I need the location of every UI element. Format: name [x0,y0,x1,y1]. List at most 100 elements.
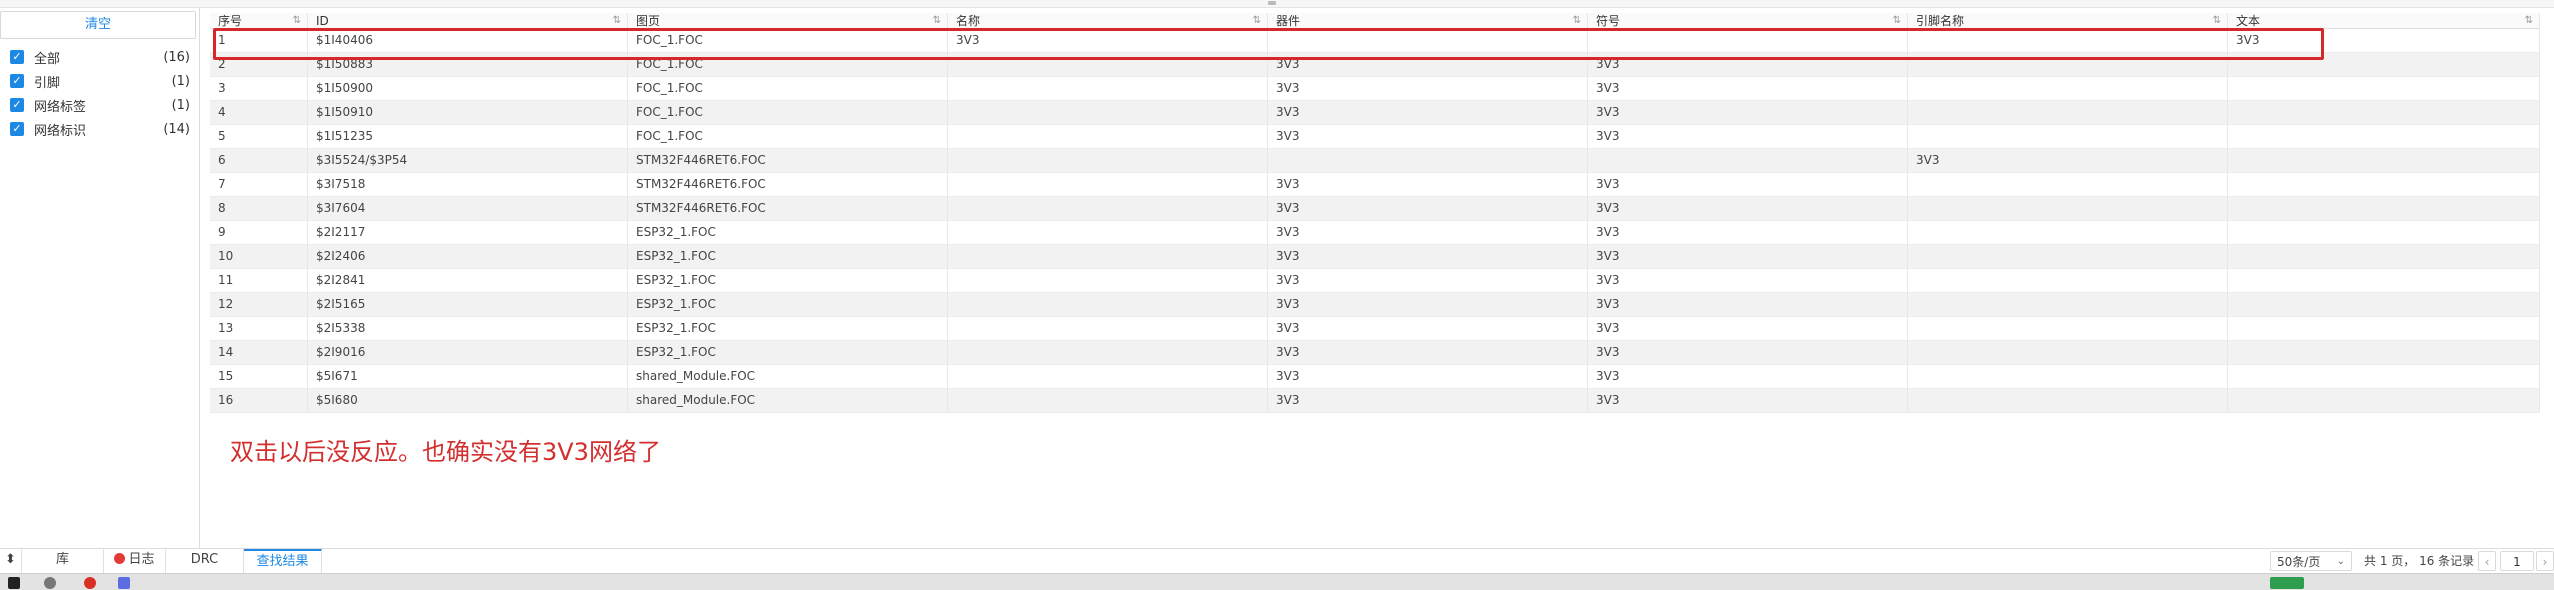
table-row[interactable]: 15 $5I671 shared_Module.FOC 3V3 3V3 [210,365,2540,389]
results-table: 序号 ⇅ ID ⇅ 图页 ⇅ 名称 ⇅ 器件 ⇅ 符号 ⇅ 引脚名称 ⇅ 文本 ⇅ 1 $1I40406 FOC_… [210,13,2540,413]
table-cell: 3V3 [1268,173,1588,197]
page-size-select[interactable]: 50条/页 ⌄ [2270,551,2352,571]
browser-icon[interactable] [84,577,96,589]
checkbox-checked-icon[interactable]: ✓ [10,98,24,112]
table-cell [1908,77,2228,101]
table-cell [1908,197,2228,221]
table-cell [1268,29,1588,53]
search-icon[interactable] [44,577,56,589]
sort-icon[interactable]: ⇅ [293,13,301,29]
prev-page-button[interactable]: ‹ [2478,551,2496,571]
table-cell: ESP32_1.FOC [628,269,948,293]
table-cell [1908,29,2228,53]
table-cell: 3V3 [1268,293,1588,317]
filter-panel: 清空 ✓ 全部 (16) ✓ 引脚 (1) ✓ 网络标签 (1) ✓ 网络标识 (14) [0,8,200,548]
tab-find-results[interactable]: 查找结果 [244,549,322,573]
table-cell [2228,389,2540,413]
tab-log[interactable]: 日志 [104,549,166,573]
sort-icon[interactable]: ⇅ [2525,13,2533,29]
page-number-input[interactable]: 1 [2500,551,2534,571]
table-cell [2228,341,2540,365]
table-row[interactable]: 8 $3I7604 STM32F446RET6.FOC 3V3 3V3 [210,197,2540,221]
table-row[interactable]: 7 $3I7518 STM32F446RET6.FOC 3V3 3V3 [210,173,2540,197]
column-header[interactable]: 名称 ⇅ [948,13,1268,29]
app-icon[interactable] [118,577,130,589]
filter-item[interactable]: ✓ 引脚 (1) [10,71,190,91]
table-cell [2228,245,2540,269]
table-cell: 3V3 [1588,365,1908,389]
column-header[interactable]: 序号 ⇅ [210,13,308,29]
table-row[interactable]: 14 $2I9016 ESP32_1.FOC 3V3 3V3 [210,341,2540,365]
filter-item[interactable]: ✓ 网络标签 (1) [10,95,190,115]
sort-icon[interactable]: ⇅ [1253,13,1261,29]
table-cell: 8 [210,197,308,221]
sort-icon[interactable]: ⇅ [1893,13,1901,29]
table-row[interactable]: 4 $1I50910 FOC_1.FOC 3V3 3V3 [210,101,2540,125]
filter-item[interactable]: ✓ 网络标识 (14) [10,119,190,139]
table-cell: ESP32_1.FOC [628,341,948,365]
clear-button[interactable]: 清空 [0,11,196,39]
tray-app-icon[interactable] [2270,577,2304,589]
filter-item[interactable]: ✓ 全部 (16) [10,47,190,67]
checkbox-checked-icon[interactable]: ✓ [10,50,24,64]
table-cell: 3V3 [948,29,1268,53]
column-header-label: 引脚名称 [1916,14,1965,28]
table-cell: ESP32_1.FOC [628,293,948,317]
table-cell [1268,149,1588,173]
checkbox-checked-icon[interactable]: ✓ [10,74,24,88]
sort-icon[interactable]: ⇅ [933,13,941,29]
table-row[interactable]: 11 $2I2841 ESP32_1.FOC 3V3 3V3 [210,269,2540,293]
table-cell: 6 [210,149,308,173]
table-cell: 3V3 [1588,101,1908,125]
table-cell: $2I2841 [308,269,628,293]
table-row[interactable]: 6 $3I5524/$3P54 STM32F446RET6.FOC 3V3 [210,149,2540,173]
sort-icon[interactable]: ⇅ [1573,13,1581,29]
table-row[interactable]: 13 $2I5338 ESP32_1.FOC 3V3 3V3 [210,317,2540,341]
sort-icon[interactable]: ⇅ [613,13,621,29]
table-cell [948,149,1268,173]
table-row[interactable]: 2 $1I50883 FOC_1.FOC 3V3 3V3 [210,53,2540,77]
column-header-label: 名称 [956,14,981,28]
sort-icon[interactable]: ⇅ [2213,13,2221,29]
table-row[interactable]: 12 $2I5165 ESP32_1.FOC 3V3 3V3 [210,293,2540,317]
table-cell [1908,101,2228,125]
resize-handle[interactable] [1268,1,1276,5]
start-icon[interactable] [8,577,20,589]
column-header-label: 符号 [1596,14,1621,28]
tab-library[interactable]: 库 [22,549,104,573]
table-cell: shared_Module.FOC [628,389,948,413]
table-row[interactable]: 1 $1I40406 FOC_1.FOC 3V3 3V3 [210,29,2540,53]
column-header[interactable]: ID ⇅ [308,13,628,29]
table-cell [948,77,1268,101]
table-cell: 3V3 [1908,149,2228,173]
table-cell [948,53,1268,77]
table-row[interactable]: 5 $1I51235 FOC_1.FOC 3V3 3V3 [210,125,2540,149]
tab-drc[interactable]: DRC [166,549,244,573]
next-page-button[interactable]: › [2536,551,2554,571]
table-cell [1588,149,1908,173]
table-cell [2228,173,2540,197]
table-cell: 3V3 [2228,29,2540,53]
panel-menu-icon[interactable]: ⬍ [0,549,22,573]
table-cell: 3V3 [1588,269,1908,293]
table-cell [948,221,1268,245]
column-header[interactable]: 文本 ⇅ [2228,13,2540,29]
tab-log-label: 日志 [128,552,155,567]
table-cell: 3V3 [1268,197,1588,221]
column-header[interactable]: 引脚名称 ⇅ [1908,13,2228,29]
column-header[interactable]: 符号 ⇅ [1588,13,1908,29]
column-header[interactable]: 器件 ⇅ [1268,13,1588,29]
table-cell: 4 [210,101,308,125]
table-row[interactable]: 10 $2I2406 ESP32_1.FOC 3V3 3V3 [210,245,2540,269]
table-cell: FOC_1.FOC [628,53,948,77]
table-cell [2228,317,2540,341]
column-header[interactable]: 图页 ⇅ [628,13,948,29]
table-row[interactable]: 3 $1I50900 FOC_1.FOC 3V3 3V3 [210,77,2540,101]
table-row[interactable]: 9 $2I2117 ESP32_1.FOC 3V3 3V3 [210,221,2540,245]
table-cell: STM32F446RET6.FOC [628,173,948,197]
table-cell: 3V3 [1268,269,1588,293]
table-cell: $1I50910 [308,101,628,125]
checkbox-checked-icon[interactable]: ✓ [10,122,24,136]
table-row[interactable]: 16 $5I680 shared_Module.FOC 3V3 3V3 [210,389,2540,413]
table-body: 1 $1I40406 FOC_1.FOC 3V3 3V3 2 $1I50883 FOC_1.F… [210,29,2540,413]
